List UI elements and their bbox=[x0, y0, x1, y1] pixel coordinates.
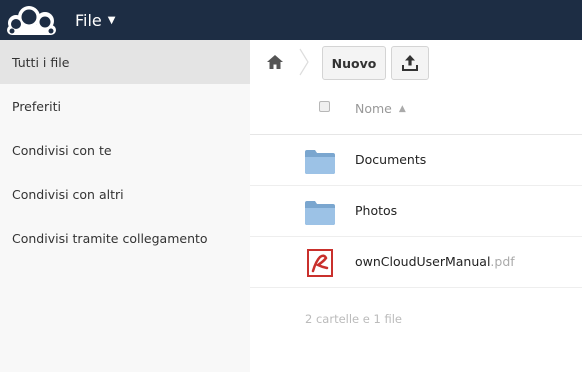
pdf-icon bbox=[307, 249, 333, 277]
nav-item-favorites[interactable]: Preferiti bbox=[0, 84, 250, 128]
folder-icon bbox=[305, 201, 335, 225]
owncloud-logo-icon[interactable] bbox=[5, 3, 57, 37]
select-all-checkbox[interactable] bbox=[319, 101, 330, 112]
upload-button[interactable] bbox=[391, 46, 429, 80]
upload-icon bbox=[402, 55, 418, 71]
nav-item-all-files[interactable]: Tutti i file bbox=[0, 40, 250, 84]
sort-ascending-icon: ▲ bbox=[398, 103, 406, 114]
file-extension: .pdf bbox=[490, 254, 515, 269]
breadcrumb-separator-icon bbox=[299, 48, 309, 76]
app-title: File bbox=[75, 10, 102, 30]
file-name[interactable]: ownCloudUserManual.pdf bbox=[355, 254, 515, 269]
home-icon[interactable] bbox=[266, 53, 284, 71]
nav-item-shared-with-you[interactable]: Condivisi con te bbox=[0, 128, 250, 172]
file-row-photos[interactable]: Photos bbox=[250, 186, 582, 237]
nav-item-shared-with-others[interactable]: Condivisi con altri bbox=[0, 172, 250, 216]
file-row-documents[interactable]: Documents bbox=[250, 135, 582, 186]
nav-item-label: Condivisi con altri bbox=[12, 186, 124, 202]
app-navigation: Tutti i file Preferiti Condivisi con te … bbox=[0, 40, 250, 372]
file-name[interactable]: Documents bbox=[355, 152, 426, 167]
file-basename: ownCloudUserManual bbox=[355, 254, 491, 269]
nav-item-label: Condivisi con te bbox=[12, 142, 112, 158]
nav-item-label: Tutti i file bbox=[12, 54, 70, 70]
nav-item-shared-by-link[interactable]: Condivisi tramite collegamento bbox=[0, 216, 250, 260]
file-summary: 2 cartelle e 1 file bbox=[305, 312, 402, 326]
file-row-owncloud-user-manual[interactable]: ownCloudUserManual.pdf bbox=[250, 237, 582, 288]
app-menu-toggle[interactable]: File ▼ bbox=[75, 8, 115, 32]
name-column-label: Nome bbox=[355, 101, 392, 116]
file-list-header: Nome ▲ bbox=[250, 84, 582, 135]
nav-item-label: Condivisi tramite collegamento bbox=[12, 230, 208, 246]
folder-icon bbox=[305, 150, 335, 174]
top-header: File ▼ bbox=[0, 0, 582, 40]
controls-bar: Nuovo bbox=[250, 40, 582, 84]
file-name[interactable]: Photos bbox=[355, 203, 397, 218]
caret-down-icon: ▼ bbox=[107, 14, 116, 26]
name-column-header[interactable]: Nome ▲ bbox=[355, 101, 406, 116]
app-content: Nuovo Nome ▲ Documents Photos ownCloudUs… bbox=[250, 40, 582, 372]
new-button[interactable]: Nuovo bbox=[322, 46, 386, 80]
new-button-label: Nuovo bbox=[331, 55, 377, 71]
nav-item-label: Preferiti bbox=[12, 98, 61, 114]
